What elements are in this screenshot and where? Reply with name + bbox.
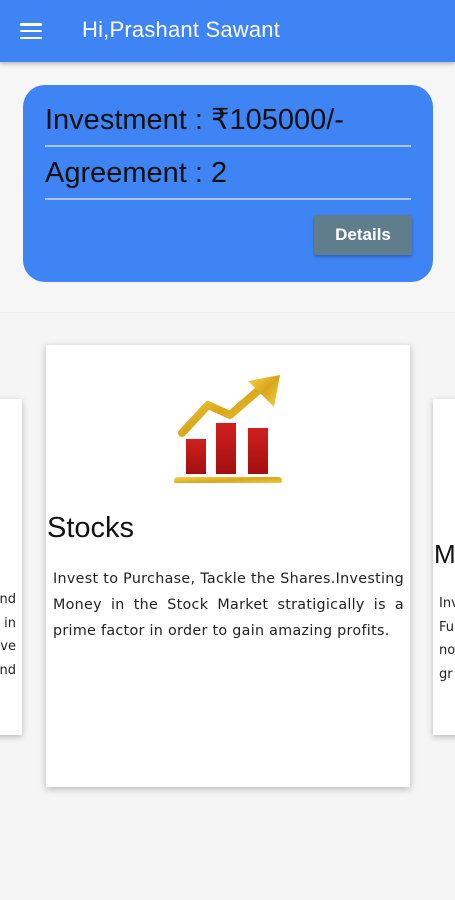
previous-card[interactable]: nd in ve nd — [0, 399, 22, 735]
stocks-card[interactable]: Stocks Invest to Purchase, Tackle the Sh… — [46, 345, 410, 787]
next-card-title: M — [434, 539, 455, 569]
investment-amount: Investment : ₹105000/- — [45, 103, 411, 147]
investment-summary-card: Investment : ₹105000/- Agreement : 2 Det… — [23, 85, 433, 282]
stock-chart-icon — [174, 375, 282, 483]
stocks-card-title: Stocks — [47, 512, 135, 544]
details-button[interactable]: Details — [314, 215, 412, 255]
hamburger-menu-icon[interactable] — [20, 21, 42, 41]
next-card-text: Inv Fu no gr — [439, 596, 455, 682]
app-bar: Hi,Prashant Sawant — [0, 0, 455, 62]
previous-card-text: nd in ve nd — [0, 592, 16, 678]
agreement-count: Agreement : 2 — [45, 156, 411, 200]
stocks-card-description: Invest to Purchase, Tackle the Shares.In… — [53, 571, 404, 639]
next-card[interactable]: M Inv Fu no gr — [433, 399, 455, 735]
greeting-title: Hi,Prashant Sawant — [82, 17, 281, 42]
investment-carousel[interactable]: nd in ve nd Stocks Invest to Purchase, T… — [0, 312, 455, 900]
